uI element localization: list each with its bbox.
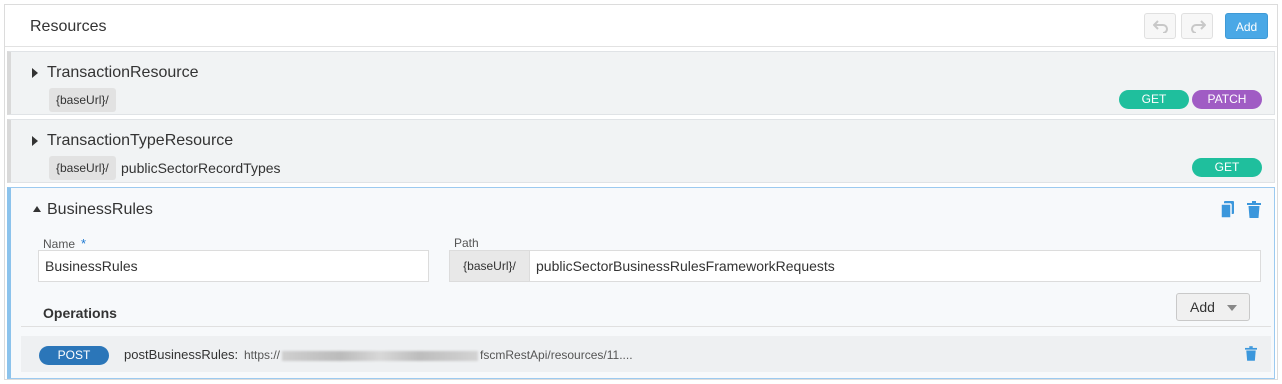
undo-icon <box>1153 20 1168 33</box>
redo-icon <box>1191 20 1206 33</box>
resource-path: publicSectorRecordTypes <box>121 160 281 176</box>
method-badge-patch[interactable]: PATCH <box>1192 90 1262 109</box>
method-badge-get[interactable]: GET <box>1119 90 1189 109</box>
method-badge-post[interactable]: POST <box>39 346 109 365</box>
base-url-chip: {baseUrl}/ <box>49 156 116 180</box>
trash-icon[interactable] <box>1245 346 1257 361</box>
required-marker: * <box>81 236 87 251</box>
page-title: Resources <box>30 18 107 35</box>
operations-title: Operations <box>43 305 117 321</box>
divider <box>21 326 1271 327</box>
redacted-host <box>282 350 479 361</box>
resource-transactionresource[interactable]: TransactionResource {baseUrl}/ GET PATCH <box>7 51 1275 115</box>
add-operation-label: Add <box>1190 299 1215 315</box>
resource-name: TransactionTypeResource <box>47 132 234 149</box>
dropdown-arrow-icon <box>1227 305 1237 311</box>
caret-down-icon[interactable] <box>33 206 41 212</box>
path-field[interactable]: {baseUrl}/ publicSectorBusinessRulesFram… <box>449 250 1261 282</box>
add-resource-button[interactable]: Add <box>1225 13 1268 39</box>
trash-icon[interactable] <box>1247 201 1261 218</box>
redo-button[interactable] <box>1181 13 1213 39</box>
name-field[interactable]: BusinessRules <box>38 250 429 282</box>
path-value[interactable]: publicSectorBusinessRulesFrameworkReques… <box>536 251 835 281</box>
path-label: Path <box>454 236 479 250</box>
add-operation-button[interactable]: Add <box>1176 293 1250 321</box>
resource-transactiontyperesource[interactable]: TransactionTypeResource {baseUrl}/ publi… <box>7 119 1275 183</box>
operation-url: https://fscmRestApi/resources/11.... <box>244 348 633 362</box>
resource-businessrules: BusinessRules Name * Path BusinessRules {… <box>7 187 1275 379</box>
resource-name: TransactionResource <box>47 64 199 81</box>
undo-button[interactable] <box>1144 13 1176 39</box>
operation-row[interactable]: POST postBusinessRules: https://fscmRest… <box>21 336 1271 372</box>
method-badge-get[interactable]: GET <box>1192 158 1262 177</box>
caret-right-icon[interactable] <box>32 68 38 78</box>
name-label: Name * <box>43 236 87 251</box>
caret-right-icon[interactable] <box>32 136 38 146</box>
resource-name: BusinessRules <box>47 201 153 218</box>
base-url-chip: {baseUrl}/ <box>49 88 116 112</box>
base-url-chip: {baseUrl}/ <box>450 251 530 281</box>
operation-name: postBusinessRules: <box>124 347 239 362</box>
copy-icon[interactable] <box>1221 201 1235 218</box>
resources-panel: Resources Add TransactionResource {baseU… <box>4 4 1278 380</box>
resources-header: Resources Add <box>5 5 1277 47</box>
